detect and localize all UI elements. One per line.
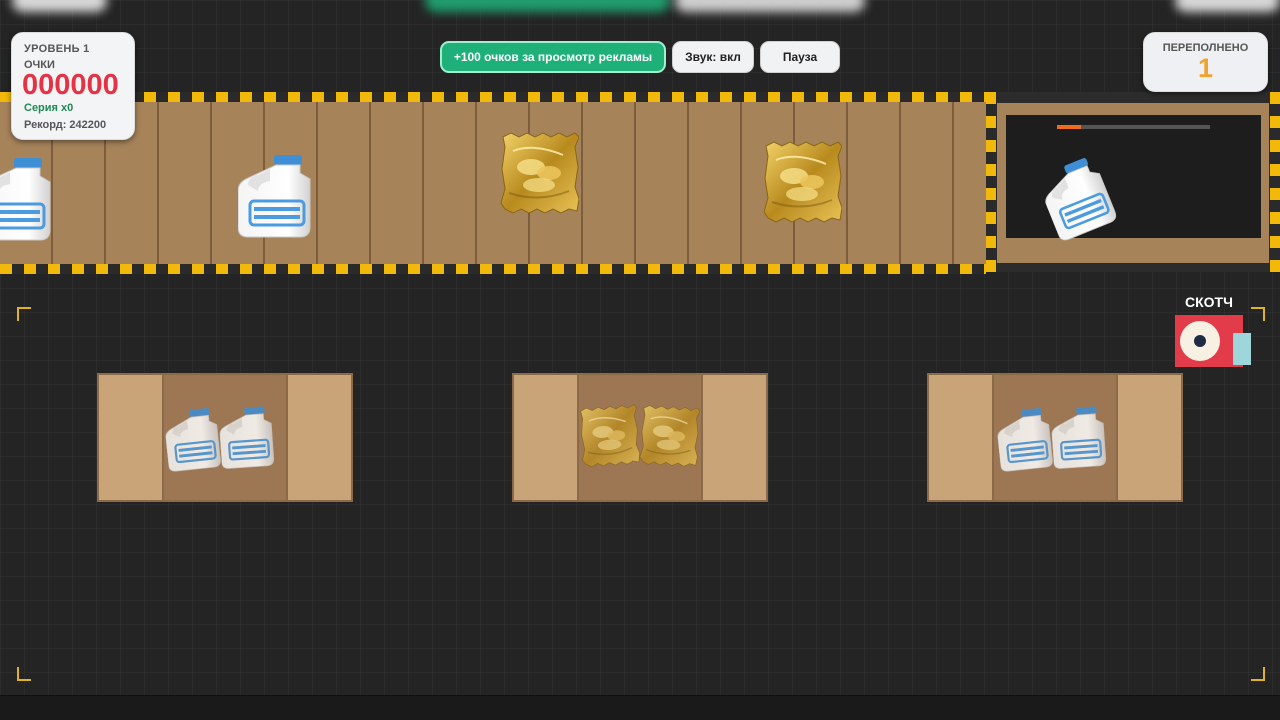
- top-glow-center: [425, 0, 670, 12]
- tape-dispenser-icon[interactable]: [1175, 315, 1251, 367]
- record-label: Рекорд: 242200: [24, 119, 107, 131]
- score-panel: УРОВЕНЬ 1 ОЧКИ 000000 Серия x0 Рекорд: 2…: [11, 32, 135, 140]
- streak-label: Серия x0: [24, 102, 74, 114]
- play-area-corner: [1251, 307, 1265, 321]
- top-glow-left: [12, 0, 107, 12]
- conveyor-hazard-top: [0, 92, 986, 102]
- play-area-corner: [17, 307, 31, 321]
- crate-milk[interactable]: [927, 373, 1183, 502]
- bottom-bar: [0, 695, 1280, 720]
- conveyor-item[interactable]: [762, 140, 842, 224]
- crate-item: [577, 403, 641, 469]
- crate-opening: [577, 375, 703, 500]
- conveyor-item[interactable]: [499, 131, 579, 215]
- sound-toggle-button[interactable]: Звук: вкл: [672, 41, 754, 73]
- tape-label: СКОТЧ: [1185, 294, 1233, 310]
- level-label: УРОВЕНЬ 1: [24, 43, 90, 55]
- crate-opening: [162, 375, 288, 500]
- crate-milk[interactable]: [97, 373, 353, 502]
- conveyor-item[interactable]: [238, 155, 318, 239]
- conveyor-item[interactable]: [0, 158, 58, 242]
- overflow-count: 1: [1197, 53, 1214, 83]
- top-glow-mid: [675, 0, 865, 12]
- scanner-hazard-right: [1270, 92, 1280, 272]
- crate-item: [637, 403, 700, 468]
- crate-item: [218, 405, 280, 471]
- watch-ad-button[interactable]: +100 очков за просмотр рекламы: [440, 41, 666, 73]
- top-glow-right: [1175, 0, 1280, 12]
- overflow-panel: ПЕРЕПОЛНЕНО 1: [1143, 32, 1268, 92]
- scanner-hazard-left: [986, 92, 996, 272]
- pause-button[interactable]: Пауза: [760, 41, 840, 73]
- crate-chips[interactable]: [512, 373, 768, 502]
- score-value: 000000: [22, 69, 119, 101]
- crate-opening: [992, 375, 1118, 500]
- scanner-progress-fill: [1057, 125, 1082, 129]
- conveyor-hazard-bottom: [0, 264, 986, 274]
- scanner-progress: [1057, 125, 1210, 129]
- play-area-corner: [1251, 667, 1265, 681]
- crate-item: [1050, 405, 1112, 471]
- play-area-corner: [17, 667, 31, 681]
